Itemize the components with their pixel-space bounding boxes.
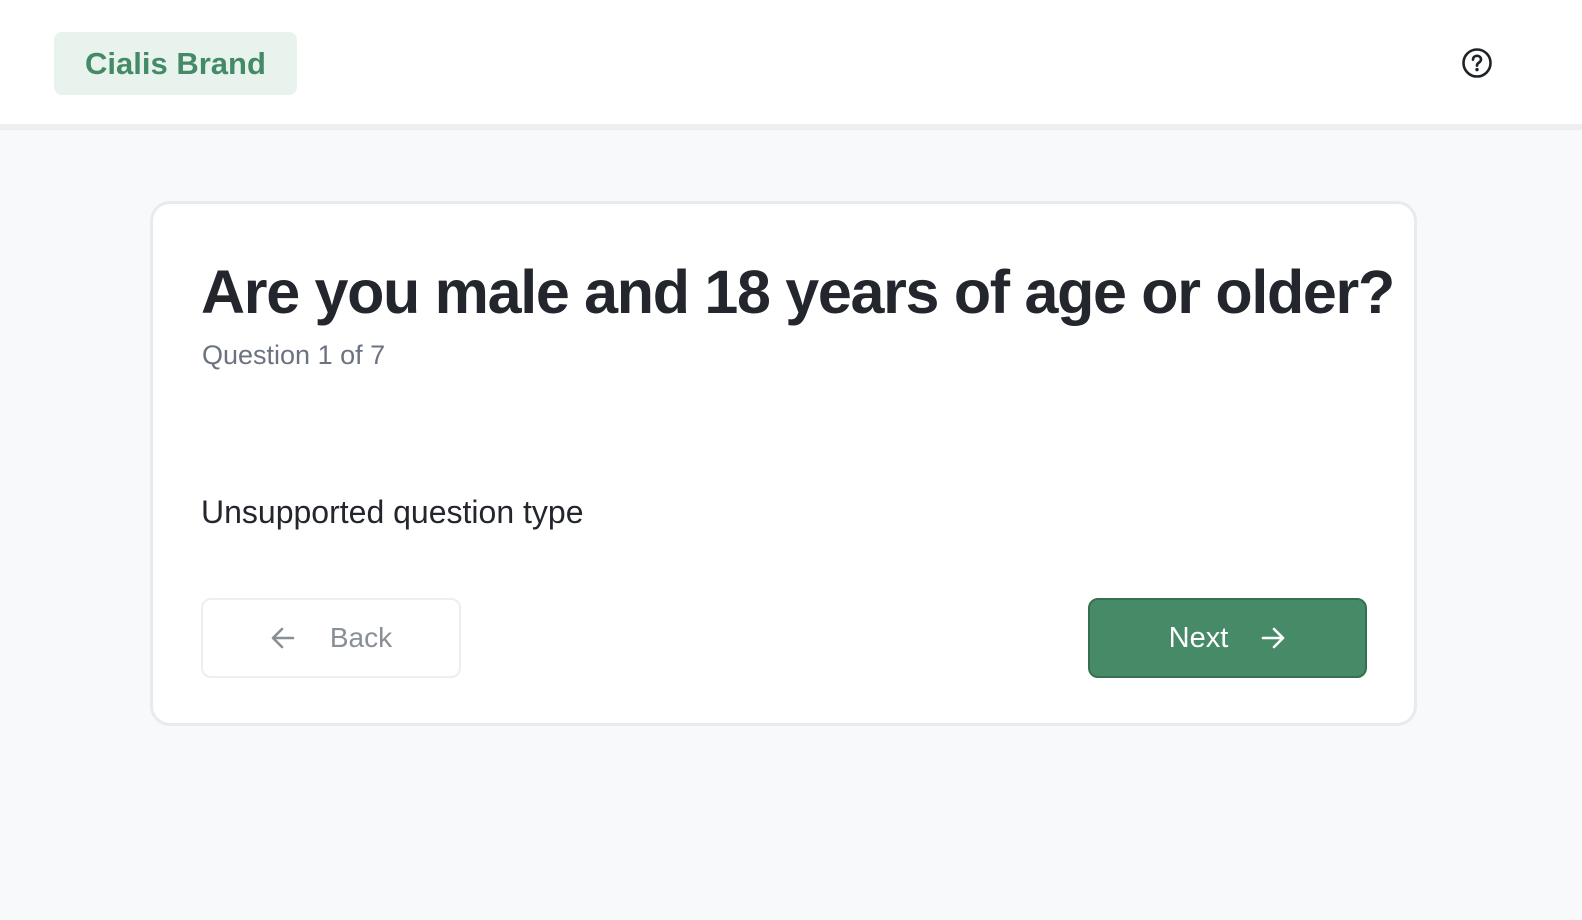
arrow-right-icon [1260,626,1286,650]
back-button-label: Back [329,622,393,653]
help-button[interactable] [1459,45,1495,81]
question-card: Are you male and 18 years of age or olde… [150,201,1417,726]
top-bar: Cialis Brand [0,0,1582,130]
unsupported-message: Unsupported question type [201,494,584,530]
arrow-left-icon [270,626,296,650]
next-button[interactable]: Next [1088,598,1367,678]
help-circle-icon [1461,47,1493,79]
question-progress: Question 1 of 7 [202,340,386,370]
question-title: Are you male and 18 years of age or olde… [201,258,1395,326]
brand-logo[interactable]: Cialis Brand [54,32,297,95]
next-button-label: Next [1168,621,1229,654]
back-button[interactable]: Back [201,598,461,678]
